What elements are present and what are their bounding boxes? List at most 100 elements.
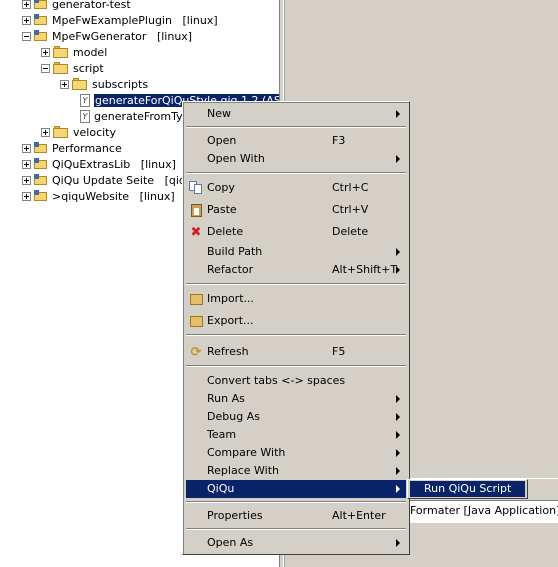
tree-row-generator-test[interactable]: generator-test (22, 0, 131, 12)
menu-item-delete[interactable]: ✖ Delete Delete (186, 223, 406, 241)
menu-item-label: Open (207, 134, 237, 147)
project-icon (34, 174, 48, 186)
menu-item-label: Replace With (207, 464, 279, 477)
menu-item-refresh[interactable]: ⟳ Refresh F5 (186, 343, 406, 361)
expand-toggle-icon[interactable] (22, 15, 31, 25)
menu-item-shortcut: Alt+Shift+T (332, 263, 398, 276)
menu-item-shortcut: Ctrl+C (332, 181, 369, 194)
menu-item-label: Refactor (207, 263, 254, 276)
menu-item-label: Refresh (207, 345, 249, 358)
menu-item-paste[interactable]: Paste Ctrl+V (186, 201, 406, 219)
project-icon (34, 14, 48, 26)
menu-item-open-as[interactable]: Open As (186, 534, 406, 552)
menu-item-label: Paste (207, 203, 237, 216)
menu-item-shortcut: Ctrl+V (332, 203, 369, 216)
tree-label-suffix: [linux] (140, 157, 176, 171)
project-icon (34, 190, 48, 202)
menu-item-label: New (207, 107, 231, 120)
export-icon (188, 313, 204, 329)
folder-icon (72, 78, 88, 90)
tree-row-qiqu-update-seite[interactable]: QiQu Update Seite [qiqu (22, 172, 193, 188)
console-launch-label: Formater [Java Application] C:\ (410, 504, 558, 517)
context-menu: New Open F3 Open With Copy Ctrl+C Paste … (182, 101, 410, 555)
tree-label: >qiquWebsite (52, 189, 130, 203)
expand-toggle-icon[interactable] (22, 159, 31, 169)
menu-item-export[interactable]: Export... (186, 312, 406, 330)
tree-row-qiquextraslib[interactable]: QiQuExtrasLib [linux] (22, 156, 176, 172)
refresh-icon: ⟳ (190, 344, 202, 360)
tree-row-subscripts[interactable]: subscripts (60, 76, 148, 92)
expand-toggle-icon[interactable] (22, 0, 31, 9)
menu-separator (186, 334, 406, 336)
tree-row-generatefromtyp[interactable]: Y generateFromTyp (80, 108, 190, 124)
submenu-arrow-icon (396, 539, 400, 547)
menu-item-shortcut: Alt+Enter (332, 509, 386, 522)
menu-item-run-as[interactable]: Run As (186, 390, 406, 408)
folder-icon (53, 62, 69, 74)
expand-toggle-icon[interactable] (41, 47, 50, 57)
expand-toggle-icon[interactable] (41, 127, 50, 137)
folder-icon (53, 126, 69, 138)
submenu-arrow-icon (396, 155, 400, 163)
submenu-arrow-icon (396, 431, 400, 439)
tree-row-mpefwgenerator[interactable]: MpeFwGenerator [linux] (22, 28, 192, 44)
menu-item-label: Run As (207, 392, 245, 405)
tree-label-suffix: [linux] (156, 29, 193, 43)
tree-row-qiquwebsite[interactable]: >qiquWebsite [linux] (22, 188, 175, 204)
menu-item-label: Convert tabs <-> spaces (207, 374, 346, 387)
expand-toggle-icon[interactable] (22, 175, 31, 185)
expand-toggle-icon[interactable] (22, 191, 31, 201)
tree-label-suffix: [linux] (182, 13, 218, 27)
tree-label: Performance (52, 141, 122, 155)
menu-item-replace-with[interactable]: Replace With (186, 462, 406, 480)
menu-item-new[interactable]: New (186, 105, 406, 123)
menu-separator (186, 126, 406, 128)
menu-item-compare-with[interactable]: Compare With (186, 444, 406, 462)
menu-item-open[interactable]: Open F3 (186, 132, 406, 150)
tree-label: QiQu Update Seite (52, 173, 155, 187)
tree-label: MpeFwGenerator (52, 29, 147, 43)
submenu-arrow-icon (396, 266, 400, 274)
expand-toggle-icon[interactable] (22, 143, 31, 153)
menu-item-label: Open As (207, 536, 254, 549)
menu-item-label: Open With (207, 152, 265, 165)
menu-item-refactor[interactable]: Refactor Alt+Shift+T (186, 261, 406, 279)
menu-item-run-qiqu-script[interactable]: Run QiQu Script (410, 481, 525, 497)
menu-item-label: Run QiQu Script (424, 482, 512, 495)
collapse-toggle-icon[interactable] (22, 31, 31, 41)
menu-item-label: Compare With (207, 446, 286, 459)
menu-item-shortcut: F3 (332, 134, 346, 147)
menu-item-debug-as[interactable]: Debug As (186, 408, 406, 426)
submenu-arrow-icon (396, 485, 400, 493)
tree-row-performance[interactable]: Performance (22, 140, 122, 156)
menu-item-convert-tabs[interactable]: Convert tabs <-> spaces (186, 372, 406, 390)
menu-item-build-path[interactable]: Build Path (186, 243, 406, 261)
expand-toggle-icon[interactable] (60, 79, 69, 89)
tree-row-script[interactable]: script (41, 60, 104, 76)
tree-label: velocity (73, 125, 116, 139)
menu-item-open-with[interactable]: Open With (186, 150, 406, 168)
menu-item-team[interactable]: Team (186, 426, 406, 444)
menu-item-import[interactable]: Import... (186, 290, 406, 308)
delete-icon: ✖ (190, 224, 202, 240)
project-icon (34, 158, 48, 170)
tree-row-model[interactable]: model (41, 44, 107, 60)
menu-item-label: Team (207, 428, 237, 441)
menu-item-label: Debug As (207, 410, 260, 423)
menu-item-qiqu[interactable]: QiQu (186, 480, 406, 498)
tree-row-velocity[interactable]: velocity (41, 124, 116, 140)
tree-row-mpefwexampleplugin[interactable]: MpeFwExamplePlugin [linux] (22, 12, 218, 28)
menu-item-properties[interactable]: Properties Alt+Enter (186, 507, 406, 525)
tree-label: script (73, 61, 104, 75)
menu-separator (186, 528, 406, 530)
qiq-file-icon: Y (80, 93, 90, 107)
menu-item-copy[interactable]: Copy Ctrl+C (186, 179, 406, 197)
tree-label: generateFromTyp (94, 109, 190, 123)
collapse-toggle-icon[interactable] (41, 63, 50, 73)
menu-separator (186, 172, 406, 174)
menu-item-shortcut: F5 (332, 345, 346, 358)
submenu-arrow-icon (396, 248, 400, 256)
menu-item-label: QiQu (207, 482, 235, 495)
qiqu-submenu: Run QiQu Script (407, 479, 528, 499)
submenu-arrow-icon (396, 413, 400, 421)
